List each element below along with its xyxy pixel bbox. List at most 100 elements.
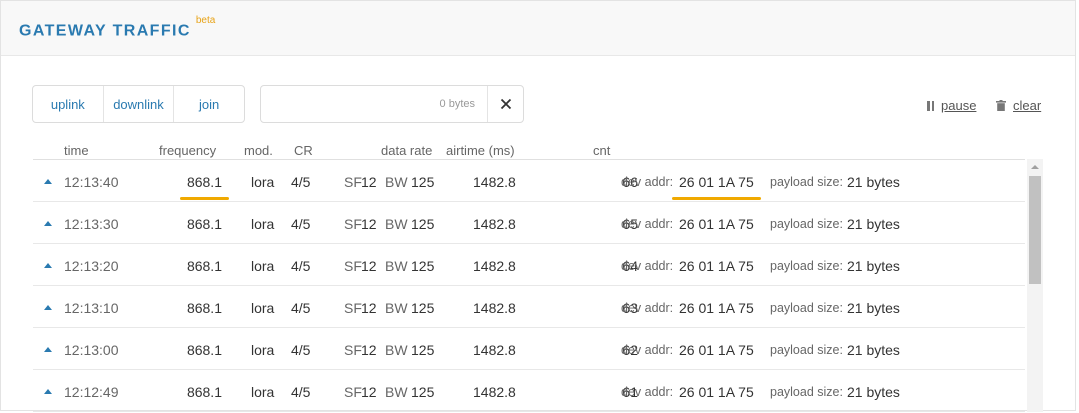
payload-size-label: payload size: (770, 343, 843, 357)
clear-label: clear (1013, 98, 1042, 113)
payload-size-label: payload size: (770, 259, 843, 273)
cell-payload-size: 21 bytes (847, 384, 900, 400)
cell-frequency: 868.1 (186, 174, 222, 190)
bw-label: BW (385, 384, 408, 400)
cell-airtime: 1482.8 (473, 258, 516, 274)
cell-bandwidth: 125 (411, 342, 435, 358)
table-row[interactable]: 12:12:49 868.1 lora 4/5 SF 12 BW 125 148… (33, 370, 1025, 412)
cell-modulation: lora (251, 342, 275, 358)
highlight-underline (180, 197, 229, 200)
cell-frequency: 868.1 (186, 258, 222, 274)
cell-modulation: lora (251, 300, 275, 316)
filter-search-box: 0 bytes (260, 85, 524, 123)
payload-size-label: payload size: (770, 301, 843, 315)
sf-label: SF (344, 258, 362, 274)
cell-coding-rate: 4/5 (291, 258, 311, 274)
column-header-data-rate: data rate (381, 143, 433, 158)
cell-modulation: lora (251, 216, 275, 232)
pause-icon (927, 100, 934, 111)
uplink-arrow-icon (44, 221, 52, 226)
cell-payload-size: 21 bytes (847, 300, 900, 316)
cell-payload-size: 21 bytes (847, 258, 900, 274)
title-text: GATEWAY TRAFFIC (19, 22, 191, 40)
cell-dev-addr: 26 01 1A 75 (679, 300, 754, 316)
bw-label: BW (385, 300, 408, 316)
cell-coding-rate: 4/5 (291, 216, 311, 232)
panel-header: GATEWAY TRAFFIC beta (1, 1, 1075, 56)
clear-filter-button[interactable] (488, 86, 523, 122)
pause-button[interactable]: pause (927, 98, 976, 113)
dev-addr-label: dev addr: (621, 175, 674, 189)
cell-time: 12:13:30 (64, 216, 119, 232)
highlight-underline (672, 197, 761, 200)
cell-airtime: 1482.8 (473, 342, 516, 358)
table-row[interactable]: 12:13:30 868.1 lora 4/5 SF 12 BW 125 148… (33, 202, 1025, 244)
join-filter-button[interactable]: join (174, 86, 244, 122)
cell-bandwidth: 125 (411, 258, 435, 274)
uplink-arrow-icon (44, 389, 52, 394)
gateway-traffic-panel: GATEWAY TRAFFIC beta uplink downlink join… (0, 0, 1076, 412)
clear-button[interactable]: clear (996, 98, 1041, 113)
cell-spreading-factor: 12 (361, 216, 377, 232)
cell-airtime: 1482.8 (473, 174, 516, 190)
cell-spreading-factor: 12 (361, 384, 377, 400)
bw-label: BW (385, 216, 408, 232)
dev-addr-label: dev addr: (621, 301, 674, 315)
cell-coding-rate: 4/5 (291, 300, 311, 316)
payload-size-label: payload size: (770, 217, 843, 231)
bw-label: BW (385, 174, 408, 190)
cell-bandwidth: 125 (411, 300, 435, 316)
cell-time: 12:13:20 (64, 258, 119, 274)
cell-airtime: 1482.8 (473, 384, 516, 400)
downlink-filter-button[interactable]: downlink (104, 86, 175, 122)
column-header-cnt: cnt (593, 143, 611, 158)
cell-time: 12:13:00 (64, 342, 119, 358)
cell-bandwidth: 125 (411, 216, 435, 232)
sf-label: SF (344, 342, 362, 358)
cell-modulation: lora (251, 174, 275, 190)
cell-payload-size: 21 bytes (847, 216, 900, 232)
beta-badge: beta (195, 15, 216, 26)
uplink-arrow-icon (44, 179, 52, 184)
bw-label: BW (385, 258, 408, 274)
trash-icon (996, 100, 1006, 111)
sf-label: SF (344, 216, 362, 232)
sf-label: SF (344, 384, 362, 400)
scroll-up-arrow-icon[interactable] (1031, 165, 1039, 169)
cell-spreading-factor: 12 (361, 300, 377, 316)
uplink-arrow-icon (44, 305, 52, 310)
column-header-frequency: frequency (159, 143, 217, 158)
column-header-time: time (64, 143, 89, 158)
sf-label: SF (344, 300, 362, 316)
table-row[interactable]: 12:13:00 868.1 lora 4/5 SF 12 BW 125 148… (33, 328, 1025, 370)
table-row[interactable]: 12:13:40 868.1 lora 4/5 SF 12 BW 125 148… (33, 160, 1025, 202)
cell-frequency: 868.1 (186, 384, 222, 400)
scrollbar[interactable] (1027, 159, 1043, 412)
dev-addr-label: dev addr: (621, 343, 674, 357)
uplink-arrow-icon (44, 263, 52, 268)
cell-frequency: 868.1 (186, 342, 222, 358)
cell-dev-addr: 26 01 1A 75 (679, 174, 754, 190)
uplink-filter-button[interactable]: uplink (33, 86, 104, 122)
dev-addr-label: dev addr: (621, 217, 674, 231)
pause-label: pause (941, 98, 977, 113)
cell-modulation: lora (251, 258, 275, 274)
cell-dev-addr: 26 01 1A 75 (679, 216, 754, 232)
table-row[interactable]: 12:13:10 868.1 lora 4/5 SF 12 BW 125 148… (33, 286, 1025, 328)
table-row[interactable]: 12:13:20 868.1 lora 4/5 SF 12 BW 125 148… (33, 244, 1025, 286)
cell-dev-addr: 26 01 1A 75 (679, 342, 754, 358)
cell-coding-rate: 4/5 (291, 174, 311, 190)
cell-bandwidth: 125 (411, 384, 435, 400)
cell-spreading-factor: 12 (361, 342, 377, 358)
scroll-thumb[interactable] (1029, 176, 1041, 284)
cell-time: 12:13:10 (64, 300, 119, 316)
cell-modulation: lora (251, 384, 275, 400)
cell-airtime: 1482.8 (473, 300, 516, 316)
cell-payload-size: 21 bytes (847, 342, 900, 358)
bw-label: BW (385, 342, 408, 358)
cell-bandwidth: 125 (411, 174, 435, 190)
column-header-mod: mod. (244, 143, 273, 158)
close-icon (500, 98, 511, 110)
cell-time: 12:12:49 (64, 384, 119, 400)
page-title: GATEWAY TRAFFIC beta (19, 15, 215, 40)
